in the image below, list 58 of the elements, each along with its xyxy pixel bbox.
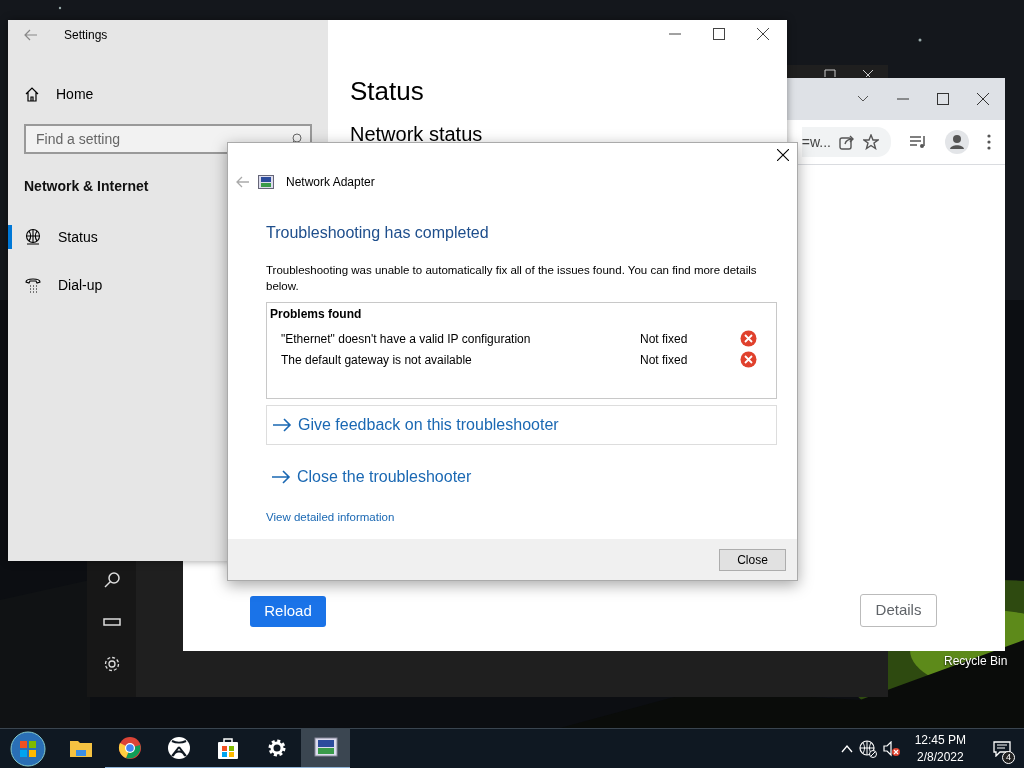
- arrow-icon: [271, 470, 291, 485]
- shopping-bag-icon: [215, 735, 240, 760]
- speaker-muted-icon[interactable]: [882, 740, 901, 757]
- error-icon: [740, 330, 757, 348]
- page-heading: Status: [349, 75, 425, 108]
- close-icon[interactable]: [757, 28, 769, 40]
- panel-title: Problems found: [270, 306, 363, 324]
- feedback-link[interactable]: Give feedback on this troubleshooter: [266, 405, 777, 446]
- notification-count: 4: [1002, 750, 1015, 764]
- close-icon[interactable]: [777, 149, 789, 161]
- section-heading: Network & Internet: [24, 178, 149, 194]
- dialog-title: Network Adapter: [286, 174, 375, 191]
- home-link[interactable]: Home: [8, 74, 328, 114]
- playlist-icon[interactable]: [909, 135, 927, 149]
- globe-icon[interactable]: [858, 739, 877, 758]
- monitor-icon: [313, 735, 338, 760]
- clock-time[interactable]: 12:45 PM: [914, 732, 966, 749]
- chevron-down-icon[interactable]: [857, 95, 869, 103]
- menu-icon[interactable]: [987, 134, 991, 150]
- clock-date[interactable]: 2/8/2022: [916, 748, 964, 765]
- globe-icon: [24, 228, 42, 246]
- arrow-icon: [272, 418, 292, 433]
- star-icon[interactable]: [863, 134, 879, 150]
- reload-button[interactable]: Reload: [250, 596, 326, 627]
- section-heading: Network status: [349, 122, 484, 148]
- search-icon: [102, 571, 121, 589]
- home-icon: [24, 86, 40, 102]
- desktop-icon-label[interactable]: Recycle Bin: [944, 652, 1008, 670]
- problem-status: Not fixed: [640, 330, 689, 348]
- network-adapter-icon: [258, 175, 274, 189]
- avatar-icon[interactable]: [945, 130, 969, 154]
- notification-button[interactable]: 4: [980, 728, 1024, 768]
- share-icon[interactable]: [839, 134, 855, 150]
- window-title: Settings: [64, 27, 108, 44]
- battery-icon: [102, 617, 121, 627]
- maximize-icon[interactable]: [937, 93, 949, 105]
- details-link[interactable]: View detailed information: [266, 509, 395, 527]
- windows-logo-icon: [10, 730, 46, 767]
- ball-icon: [166, 735, 191, 760]
- search-icon: [290, 133, 302, 145]
- chevron-up-icon[interactable]: [840, 744, 853, 753]
- problem-status: Not fixed: [640, 351, 689, 369]
- address-bar[interactable]: =w...: [801, 127, 891, 157]
- problem-text: The default gateway is not available: [281, 351, 473, 369]
- round-logo-icon: [117, 735, 142, 760]
- close-link[interactable]: Close the troubleshooter: [266, 457, 777, 498]
- settings-icon: [102, 655, 121, 673]
- close-icon[interactable]: [977, 93, 989, 105]
- taskbar-button[interactable]: [301, 728, 350, 768]
- back-icon[interactable]: [24, 29, 38, 41]
- dialog-message: Troubleshooting was unable to automatically fix all of the issues found. You can find more details below.: [266, 263, 758, 294]
- close-button[interactable]: Close: [719, 548, 786, 571]
- details-button[interactable]: Details: [860, 594, 937, 627]
- maximize-icon[interactable]: [713, 28, 725, 40]
- address-text: =w...: [801, 132, 831, 152]
- phone-icon: [24, 276, 42, 294]
- problem-text: "Ethernet" doesn't have a valid IP configuration: [281, 330, 532, 348]
- error-icon: [740, 351, 757, 369]
